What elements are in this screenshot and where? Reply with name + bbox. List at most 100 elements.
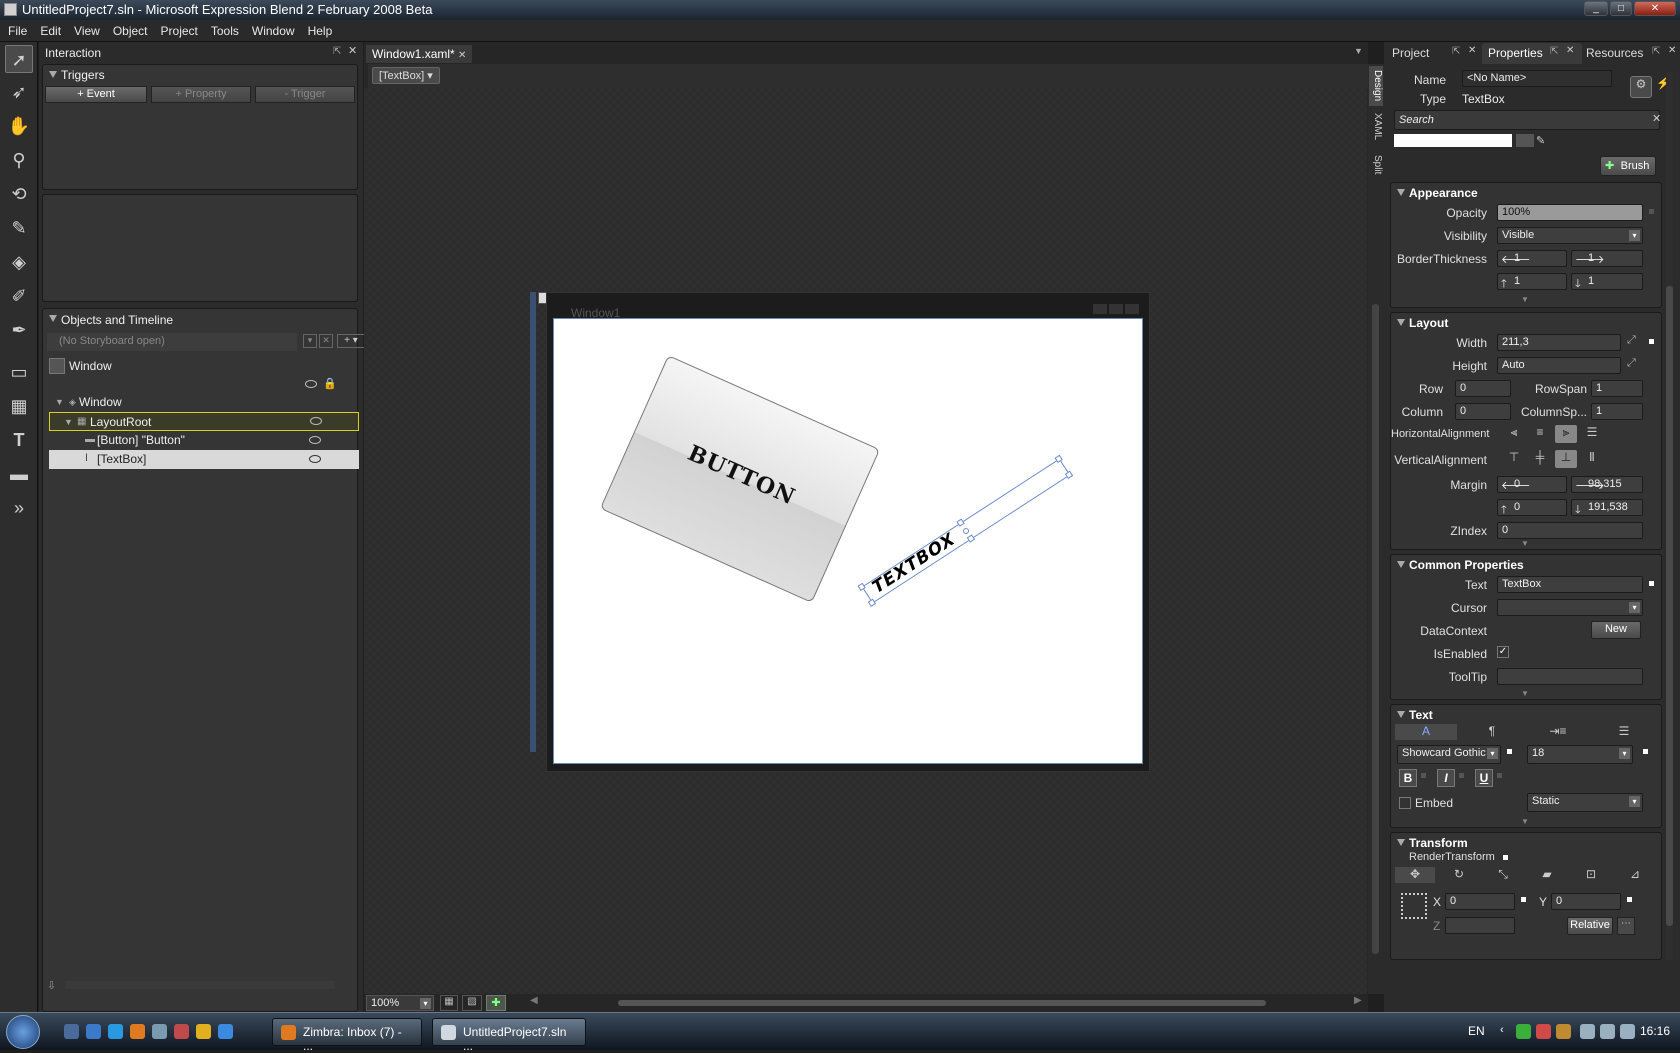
close-icon[interactable]: ✕ <box>1468 45 1476 56</box>
maximize-button[interactable]: □ <box>1610 1 1632 16</box>
tray-icon[interactable] <box>1536 1024 1551 1039</box>
z-field[interactable] <box>1445 917 1515 934</box>
auto-size-icon[interactable]: ⤢ <box>1627 334 1636 347</box>
tab-font-icon[interactable]: A <box>1395 724 1457 740</box>
close-icon[interactable]: ✕ <box>1566 45 1574 56</box>
auto-size-icon[interactable]: ⤢ <box>1627 357 1636 370</box>
flip-tab-icon[interactable]: ⊿ <box>1615 867 1655 883</box>
paint-bucket-icon[interactable]: ◈ <box>5 248 33 276</box>
margin-right-field[interactable]: 🡒 98,315 <box>1571 476 1643 493</box>
menu-object[interactable]: Object <box>105 20 153 38</box>
text-icon[interactable]: T <box>5 426 33 454</box>
color-swatch[interactable] <box>1394 134 1512 147</box>
margin-bottom-field[interactable]: 🡓 191,538 <box>1571 499 1643 516</box>
storyboard-options-icon[interactable]: ▾ <box>303 334 317 348</box>
height-field[interactable]: Auto <box>1497 357 1621 374</box>
bold-button[interactable]: B <box>1399 769 1417 787</box>
expand-icon[interactable]: ▼ <box>1521 817 1529 826</box>
tab-design[interactable]: Design <box>1369 66 1383 106</box>
tab-list-icon[interactable]: ☰ <box>1593 724 1655 740</box>
tooltip-field[interactable] <box>1497 668 1643 685</box>
battery-icon[interactable] <box>1580 1024 1595 1039</box>
align-center-icon[interactable]: ≡ <box>1529 425 1551 443</box>
rowspan-field[interactable]: 1 <box>1591 380 1643 397</box>
resize-handle[interactable] <box>956 518 965 527</box>
new-storyboard-button[interactable]: + ▾ <box>337 334 365 348</box>
center-point-tab-icon[interactable]: ⊡ <box>1571 867 1611 883</box>
align-left-icon[interactable]: ⫷ <box>1503 425 1525 443</box>
margin-left-field[interactable]: 🡐 0 <box>1497 476 1567 493</box>
blend-icon[interactable] <box>218 1024 233 1039</box>
advanced-options-icon[interactable] <box>1421 773 1426 778</box>
scroll-left-icon[interactable]: ◀ <box>530 995 538 1006</box>
advanced-options-icon[interactable] <box>1649 339 1654 344</box>
firefox-icon[interactable] <box>130 1024 145 1039</box>
width-field[interactable]: 211,3 <box>1497 334 1621 351</box>
name-field[interactable]: <No Name> <box>1462 70 1612 87</box>
underline-button[interactable]: U <box>1475 769 1493 787</box>
artboard[interactable]: Window1 BUTTON TEXTBOX <box>364 88 1367 994</box>
border-bottom-field[interactable]: 🡓 1 <box>1571 273 1643 290</box>
relative-button[interactable]: Relative <box>1567 917 1613 935</box>
tray-icon[interactable] <box>1556 1024 1571 1039</box>
timeline-toggle-icon[interactable]: ⇩ <box>47 979 56 992</box>
show-all-icon[interactable] <box>305 380 317 388</box>
visibility-icon[interactable] <box>309 436 321 444</box>
border-top-field[interactable]: 🡑 1 <box>1497 273 1567 290</box>
advanced-options-icon[interactable] <box>1643 749 1648 754</box>
more-icon[interactable]: » <box>5 494 33 522</box>
border-left-field[interactable]: 🡐 1 <box>1497 250 1567 267</box>
advanced-options-icon[interactable] <box>1627 897 1632 902</box>
language-indicator[interactable]: EN <box>1468 1024 1485 1038</box>
tab-window1-xaml[interactable]: Window1.xaml* ✕ <box>366 45 473 63</box>
translate-tab-icon[interactable]: ✥ <box>1395 867 1435 883</box>
advanced-options-icon[interactable] <box>1503 855 1508 860</box>
start-button[interactable] <box>6 1015 40 1049</box>
align-middle-icon[interactable]: ╪ <box>1529 450 1551 468</box>
layout-root-canvas[interactable]: BUTTON TEXTBOX <box>553 318 1143 764</box>
y-field[interactable]: 0 <box>1551 893 1621 910</box>
taskbar-item-blend[interactable]: UntitledProject7.sln ... <box>432 1018 586 1053</box>
tree-item-button[interactable]: ▬ [Button] "Button" <box>49 431 359 450</box>
font-family-select[interactable]: Showcard Gothic ▾ <box>1397 745 1501 764</box>
tab-indent-icon[interactable]: ⇥≡ <box>1527 724 1589 740</box>
app-icon[interactable] <box>174 1024 189 1039</box>
horizontal-scrollbar[interactable] <box>618 1000 1266 1006</box>
resize-handle[interactable] <box>857 582 866 592</box>
vertical-scrollbar[interactable] <box>1666 72 1673 960</box>
add-property-button[interactable]: + Property <box>151 86 251 103</box>
media-player-icon[interactable] <box>196 1024 211 1039</box>
italic-button[interactable]: I <box>1437 769 1455 787</box>
opacity-field[interactable]: 100% <box>1497 204 1643 221</box>
resize-handle[interactable] <box>1054 454 1063 464</box>
font-size-select[interactable]: 18 ▾ <box>1527 745 1633 764</box>
menu-tools[interactable]: Tools <box>203 20 244 38</box>
brush-button[interactable]: ✚ Brush <box>1600 156 1656 176</box>
visibility-select[interactable]: Visible ▾ <box>1497 227 1643 244</box>
advanced-options-icon[interactable] <box>1521 897 1526 902</box>
pan-icon[interactable]: ✋ <box>5 112 33 140</box>
vertical-scrollbar[interactable] <box>1372 304 1379 954</box>
lock-all-icon[interactable]: 🔒 <box>323 377 337 390</box>
breadcrumb[interactable]: [TextBox] ▾ <box>372 67 440 84</box>
selected-textbox[interactable]: TEXTBOX <box>857 454 1074 607</box>
rotate-tab-icon[interactable]: ↻ <box>1439 867 1479 883</box>
volume-icon[interactable] <box>1620 1024 1635 1039</box>
visibility-icon[interactable] <box>309 455 321 463</box>
tab-split[interactable]: Split <box>1369 150 1383 180</box>
grid-icon[interactable]: ▦ <box>5 392 33 420</box>
visibility-icon[interactable] <box>310 417 322 425</box>
direct-selection-icon[interactable]: ➶ <box>5 78 33 106</box>
close-icon[interactable]: ✕ <box>348 44 357 57</box>
row-field[interactable]: 0 <box>1455 380 1511 397</box>
search-input[interactable]: Search <box>1394 110 1660 130</box>
up-scope-icon[interactable] <box>49 358 65 374</box>
rotated-button[interactable]: BUTTON <box>599 355 881 603</box>
zoom-icon[interactable]: ⚲ <box>5 146 33 174</box>
tray-expand-icon[interactable]: ‹ <box>1500 1024 1504 1036</box>
columnspan-field[interactable]: 1 <box>1591 403 1643 420</box>
tab-resources[interactable]: Resources <box>1586 46 1643 60</box>
close-button[interactable]: ✕ <box>1634 1 1676 16</box>
align-stretch-icon[interactable]: ☰ <box>1581 425 1603 443</box>
asset-button-icon[interactable]: ▬ <box>5 460 33 488</box>
